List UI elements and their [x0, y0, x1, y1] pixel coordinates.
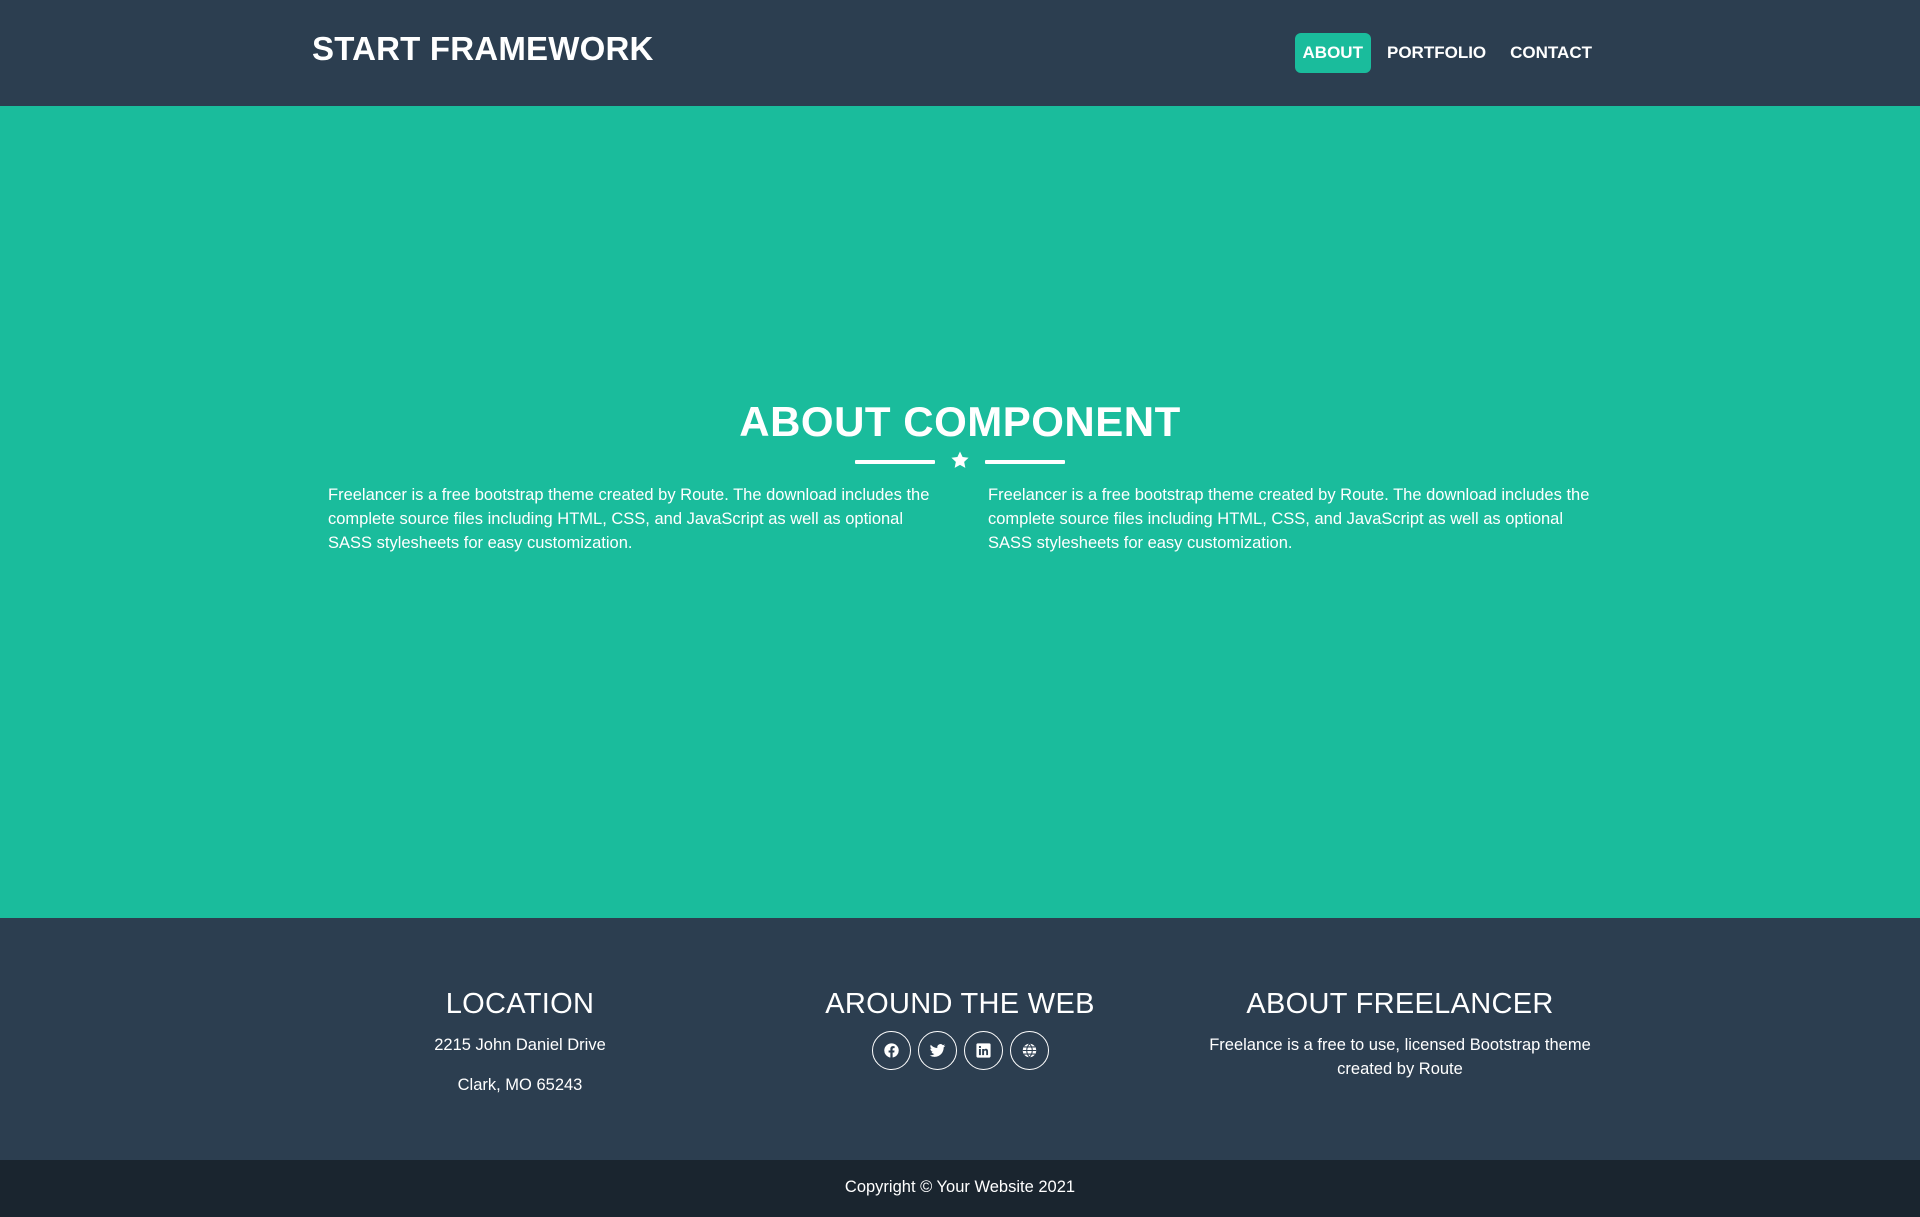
freelancer-text: Freelance is a free to use, licensed Boo… [1209, 1036, 1591, 1078]
about-paragraph-right: Freelancer is a free bootstrap theme cre… [988, 486, 1590, 552]
footer-about-freelancer: ABOUT FREELANCER Freelance is a free to … [1180, 988, 1620, 1081]
address-line-1: 2215 John Daniel Drive [434, 1036, 606, 1054]
address-line-2: Clark, MO 65243 [457, 1076, 583, 1094]
nav-link-portfolio[interactable]: PORTFOLIO [1379, 33, 1494, 73]
divider-line-left [855, 460, 935, 464]
about-paragraph-left: Freelancer is a free bootstrap theme cre… [328, 486, 930, 552]
social-links [810, 1031, 1110, 1070]
twitter-icon [929, 1042, 946, 1059]
web-heading: AROUND THE WEB [825, 988, 1095, 1020]
freelancer-heading: ABOUT FREELANCER [1246, 988, 1554, 1020]
copyright-text: Copyright © Your Website 2021 [844, 1178, 1076, 1196]
twitter-button[interactable] [917, 1031, 957, 1070]
copyright-bar: Copyright © Your Website 2021 [0, 1160, 1920, 1217]
footer-around-the-web: AROUND THE WEB [810, 988, 1110, 1070]
brand-link[interactable]: START FRAMEWORK [312, 30, 654, 68]
navbar: START FRAMEWORK ABOUT PORTFOLIO CONTACT [0, 0, 1920, 106]
about-title: ABOUT COMPONENT [739, 398, 1181, 445]
facebook-button[interactable] [871, 1031, 911, 1070]
location-heading: LOCATION [445, 988, 595, 1020]
linkedin-button[interactable] [963, 1031, 1003, 1070]
main-nav: ABOUT PORTFOLIO CONTACT [1294, 33, 1600, 73]
website-button[interactable] [1009, 1031, 1049, 1070]
star-icon [950, 450, 970, 472]
divider-line-right [985, 460, 1065, 464]
globe-icon [1021, 1042, 1038, 1059]
about-section: ABOUT COMPONENT Freelancer is a free boo… [0, 106, 1920, 918]
facebook-icon [883, 1042, 900, 1059]
nav-link-contact[interactable]: CONTACT [1502, 33, 1600, 73]
footer-location: LOCATION 2215 John Daniel Drive Clark, M… [370, 988, 670, 1097]
footer: LOCATION 2215 John Daniel Drive Clark, M… [0, 918, 1920, 1160]
linkedin-icon [975, 1042, 992, 1059]
nav-link-about[interactable]: ABOUT [1294, 33, 1371, 73]
title-divider [855, 450, 1065, 474]
